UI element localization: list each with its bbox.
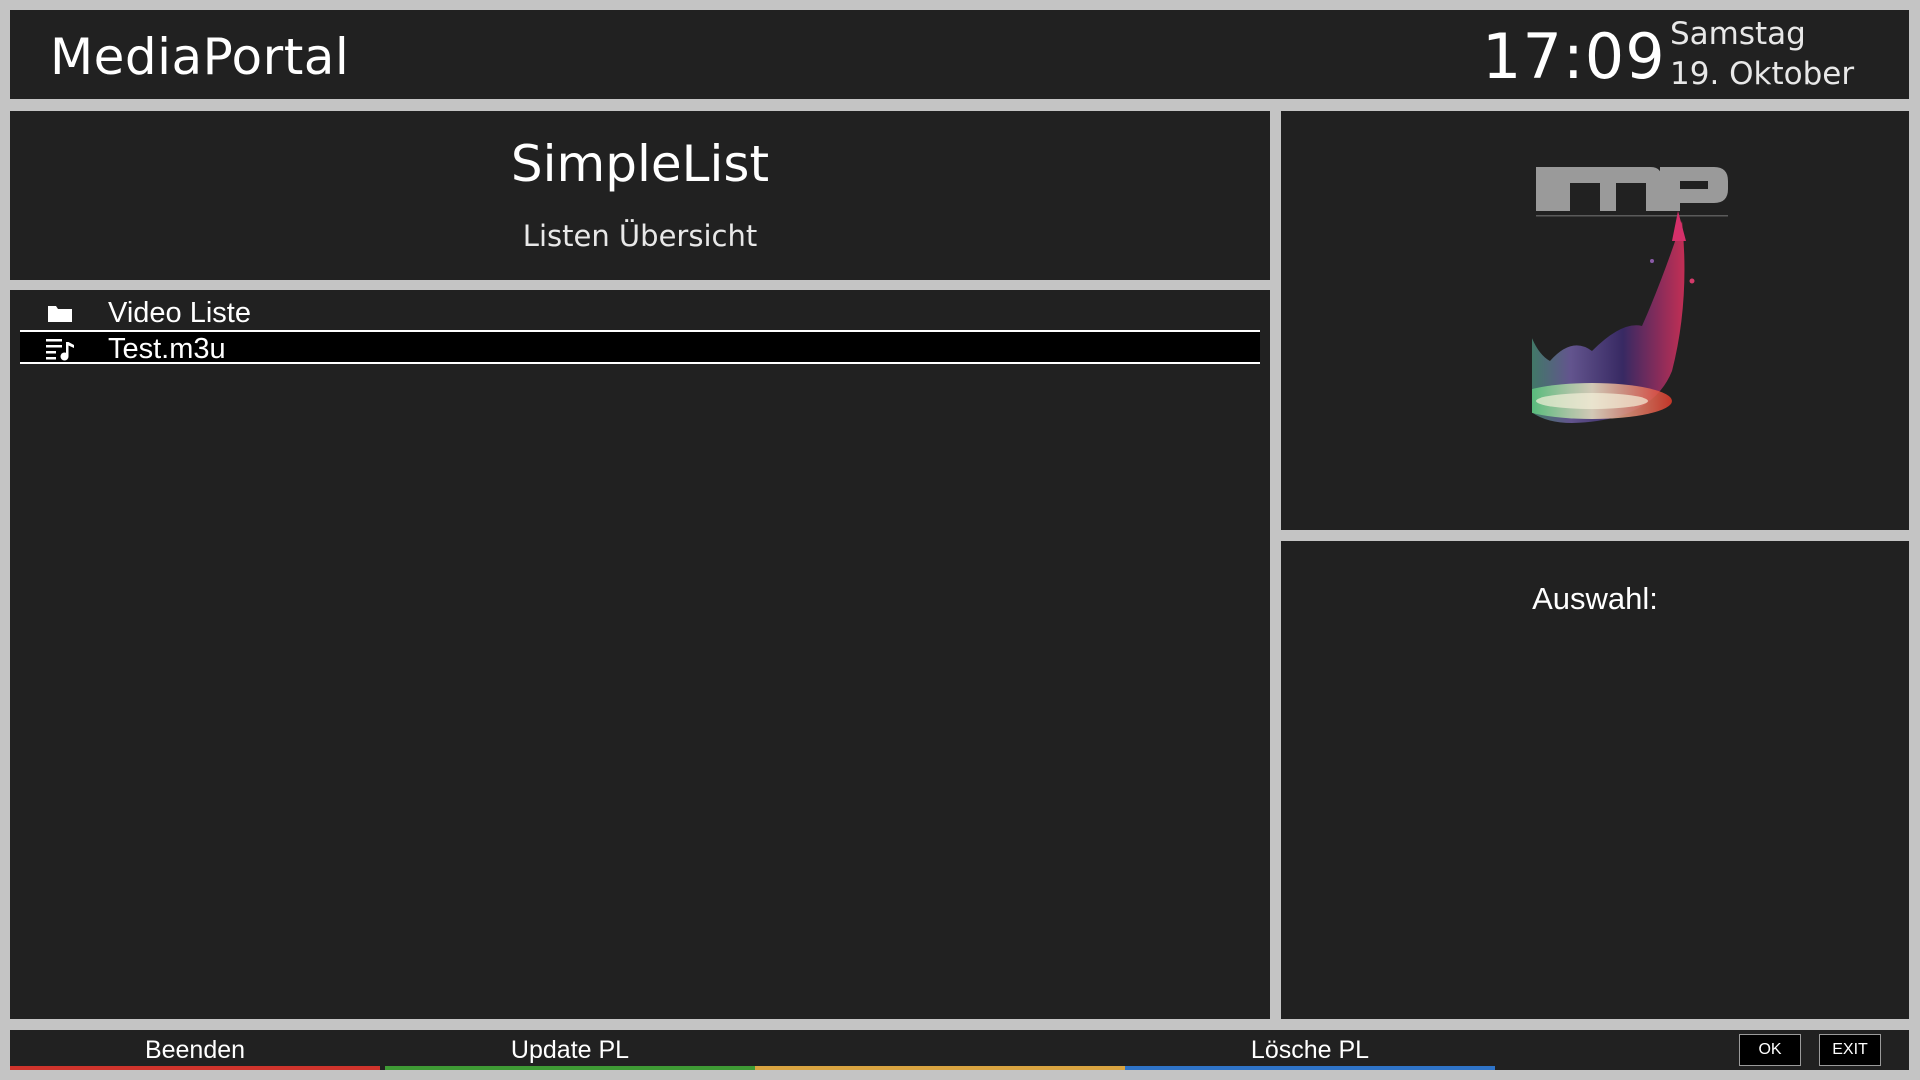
yellow-button[interactable] [755, 1030, 1125, 1070]
green-button[interactable]: Update PL [385, 1030, 755, 1070]
selection-label: Auswahl: [1532, 581, 1658, 616]
blue-button-label: Lösche PL [1250, 1036, 1370, 1064]
list-item-test-m3u[interactable]: Test.m3u [20, 330, 1260, 365]
green-button-label: Update PL [510, 1036, 630, 1064]
list-item-video-liste[interactable]: Video Liste [20, 296, 1260, 330]
blue-key-indicator [1125, 1066, 1495, 1070]
page-subtitle: Listen Übersicht [522, 219, 758, 253]
clock: 17:09 [1482, 20, 1666, 93]
red-key-indicator [10, 1066, 380, 1070]
ok-key-button[interactable]: OK [1739, 1034, 1801, 1066]
blue-button[interactable]: Lösche PL [1125, 1030, 1495, 1070]
playlist-music-icon [44, 336, 76, 362]
selection-panel: Auswahl: [1281, 541, 1909, 1019]
list-panel: Video Liste Test.m3u [10, 290, 1270, 1019]
title-panel: SimpleList Listen Übersicht [10, 111, 1270, 280]
red-button-label: Beenden [144, 1036, 246, 1064]
list-item-label: Test.m3u [108, 333, 226, 365]
weekday: Samstag [1670, 16, 1806, 52]
list-item-label: Video Liste [108, 297, 251, 329]
mediaportal-logo [1499, 161, 1882, 521]
exit-key-button[interactable]: EXIT [1819, 1034, 1881, 1066]
logo-panel [1281, 111, 1909, 530]
green-key-indicator [385, 1066, 755, 1070]
app-title: MediaPortal [50, 28, 350, 86]
page-title: SimpleList [510, 135, 770, 193]
folder-icon [44, 300, 76, 326]
yellow-key-indicator [755, 1066, 1125, 1070]
red-button[interactable]: Beenden [10, 1030, 380, 1070]
footer-bar: Beenden Update PL Lösche PL OK EXIT [10, 1030, 1909, 1070]
header-bar: MediaPortal 17:09 Samstag 19. Oktober [10, 10, 1909, 99]
date: 19. Oktober [1670, 56, 1855, 92]
